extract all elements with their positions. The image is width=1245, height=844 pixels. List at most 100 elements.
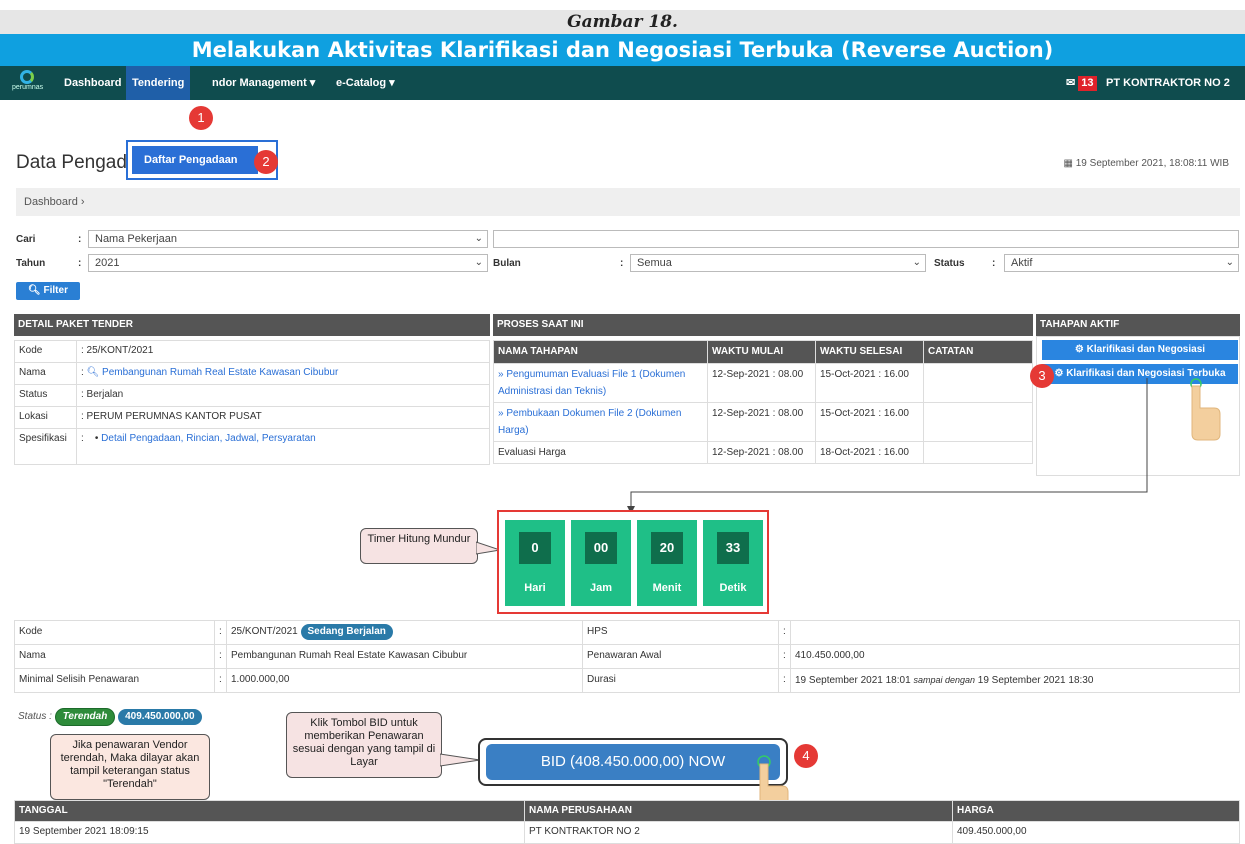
- bid-history-table: TANGGAL NAMA PERUSAHAAN HARGA 19 Septemb…: [14, 800, 1240, 844]
- cari-label: Cari: [16, 234, 36, 245]
- colon: :: [620, 258, 624, 269]
- terendah-badge: Terendah: [54, 708, 116, 726]
- detail-table: Kode: 25/KONT/2021 Nama: 🔍︎ Pembangunan …: [14, 340, 490, 465]
- info-kode-cell: 25/KONT/2021 Sedang Berjalan: [226, 620, 583, 645]
- timer-menit-value: 20: [651, 532, 683, 564]
- step-marker-4: 4: [794, 744, 818, 768]
- tahun-select[interactable]: 2021 ⌄: [88, 254, 488, 272]
- detail-lokasi-value: : PERUM PERUMNAS KANTOR PUSAT: [76, 406, 490, 429]
- cari-select[interactable]: Nama Pekerjaan ⌄: [88, 230, 488, 248]
- colon: :: [778, 644, 791, 669]
- info-nama-label: Nama: [14, 644, 215, 669]
- pointer-hand-icon: [1190, 378, 1221, 441]
- colon: :: [214, 620, 227, 645]
- status-select[interactable]: Aktif ⌄: [1004, 254, 1239, 272]
- bid-status-label: Status :: [18, 711, 52, 722]
- info-kode-label: Kode: [14, 620, 215, 645]
- info-hps-value: [790, 620, 1240, 645]
- tahun-label: Tahun: [16, 258, 46, 269]
- filter-button[interactable]: 🔍︎ Filter: [16, 282, 80, 300]
- table-row: 19 September 2021 18:09:15 PT KONTRAKTOR…: [14, 821, 1240, 844]
- search-icon: 🔍︎: [86, 367, 100, 378]
- bid-callout: Klik Tombol BID untuk memberikan Penawar…: [286, 712, 442, 778]
- info-hps-label: HPS: [582, 620, 779, 645]
- filter-button-label: Filter: [43, 285, 68, 296]
- perumnas-logo[interactable]: perumnas: [12, 70, 43, 96]
- history-tanggal: 19 September 2021 18:09:15: [14, 821, 525, 844]
- colon: :: [778, 620, 791, 645]
- bulan-label: Bulan: [493, 258, 521, 269]
- info-nama-value: Pembangunan Rumah Real Estate Kawasan Ci…: [226, 644, 583, 669]
- mail-button[interactable]: ✉ 13: [1066, 66, 1097, 100]
- menu-item-daftar-pengadaan[interactable]: Daftar Pengadaan: [132, 146, 258, 174]
- info-penawaran-value: 410.450.000,00: [790, 644, 1240, 669]
- step-marker-1: 1: [189, 106, 213, 130]
- history-harga: 409.450.000,00: [952, 821, 1240, 844]
- status-badge: Sedang Berjalan: [300, 624, 393, 640]
- timer-detik: 33 Detik: [703, 520, 763, 606]
- timer-hari-value: 0: [519, 532, 551, 564]
- timer-menit: 20 Menit: [637, 520, 697, 606]
- chevron-down-icon: ⌄: [474, 233, 483, 244]
- info-minimal-value: 1.000.000,00: [226, 668, 583, 693]
- detail-nama-link[interactable]: Pembangunan Rumah Real Estate Kawasan Ci…: [102, 367, 338, 378]
- col-catatan: CATATAN: [923, 340, 1033, 364]
- user-menu[interactable]: PT KONTRAKTOR NO 2: [1106, 66, 1230, 100]
- detail-nama-cell: : 🔍︎ Pembangunan Rumah Real Estate Kawas…: [76, 362, 490, 385]
- mail-count-badge: 13: [1078, 76, 1097, 91]
- page-title: Data Pengad: [16, 152, 127, 173]
- cari-select-value: Nama Pekerjaan: [95, 233, 177, 245]
- proses-heading: PROSES SAAT INI: [493, 314, 1033, 336]
- countdown-timer: 0 Hari 00 Jam 20 Menit 33 Detik: [497, 510, 769, 614]
- current-datetime: ▦ 19 September 2021, 18:08:11 WIB: [1064, 158, 1229, 169]
- terendah-callout: Jika penawaran Vendor terendah, Maka dil…: [50, 734, 210, 800]
- klarifikasi-negosiasi-label: Klarifikasi dan Negosiasi: [1086, 344, 1206, 355]
- colon: :: [78, 234, 82, 245]
- gears-icon: ⚙: [1074, 344, 1087, 355]
- tahapan-heading: TAHAPAN AKTIF: [1036, 314, 1240, 336]
- current-bid-badge: 409.450.000,00: [118, 709, 202, 725]
- connector-arrow-icon: [627, 378, 1148, 514]
- durasi-mid: sampai dengan: [913, 675, 975, 685]
- datetime-text: 19 September 2021, 18:08:11 WIB: [1075, 158, 1229, 169]
- callout-pointer-icon: [440, 753, 481, 767]
- nav-ecatalog[interactable]: e-Catalog ▾: [336, 66, 395, 100]
- detail-kode-label: Kode: [14, 340, 77, 363]
- detail-kode-value: : 25/KONT/2021: [76, 340, 490, 363]
- nav-dashboard[interactable]: Dashboard: [64, 66, 121, 100]
- step-marker-2: 2: [254, 150, 278, 174]
- search-icon: 🔍︎: [28, 285, 44, 296]
- bid-button-frame: BID (408.450.000,00) NOW: [478, 738, 788, 786]
- chevron-down-icon: ⌄: [912, 257, 921, 268]
- colon: :: [992, 258, 996, 269]
- timer-detik-label: Detik: [719, 582, 747, 594]
- logo-mark-icon: [20, 70, 34, 84]
- col-harga: HARGA: [952, 800, 1240, 822]
- detail-spesifikasi-label: Spesifikasi: [14, 428, 77, 465]
- col-tanggal: TANGGAL: [14, 800, 525, 822]
- colon: :: [214, 644, 227, 669]
- breadcrumb[interactable]: Dashboard ›: [16, 188, 1240, 216]
- durasi-start: 19 September 2021 18:01: [795, 675, 911, 686]
- detail-nama-label: Nama: [14, 362, 77, 385]
- bid-button[interactable]: BID (408.450.000,00) NOW: [486, 744, 780, 780]
- search-input[interactable]: [493, 230, 1239, 248]
- bulan-select[interactable]: Semua ⌄: [630, 254, 926, 272]
- bid-status: Status : Terendah 409.450.000,00: [18, 708, 202, 726]
- nav-tendering[interactable]: Tendering: [126, 66, 191, 100]
- colon: :: [214, 668, 227, 693]
- chevron-down-icon: ⌄: [474, 257, 483, 268]
- status-select-value: Aktif: [1011, 257, 1033, 269]
- detail-lokasi-label: Lokasi: [14, 406, 77, 429]
- colon: :: [78, 258, 82, 269]
- timer-callout: Timer Hitung Mundur: [360, 528, 478, 564]
- info-minimal-label: Minimal Selisih Penawaran: [14, 668, 215, 693]
- nav-vendor-management[interactable]: ndor Management ▾: [212, 66, 315, 100]
- timer-detik-value: 33: [717, 532, 749, 564]
- info-durasi-cell: 19 September 2021 18:01 sampai dengan 19…: [790, 668, 1240, 693]
- page-banner: Melakukan Aktivitas Klarifikasi dan Nego…: [0, 34, 1245, 66]
- klarifikasi-negosiasi-button[interactable]: ⚙ Klarifikasi dan Negosiasi: [1042, 340, 1238, 360]
- detail-spesifikasi-link[interactable]: Detail Pengadaan, Rincian, Jadwal, Persy…: [101, 433, 316, 444]
- tahun-select-value: 2021: [95, 257, 120, 269]
- timer-hari: 0 Hari: [505, 520, 565, 606]
